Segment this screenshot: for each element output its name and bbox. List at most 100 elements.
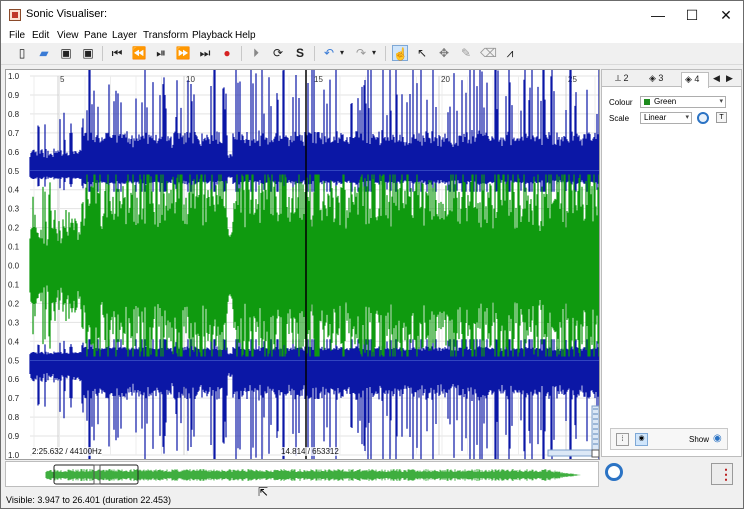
tab-scroll-left-icon[interactable]: ◀ (713, 72, 720, 86)
menu-edit[interactable]: Edit (28, 29, 53, 43)
maximize-button[interactable]: ☐ (675, 1, 709, 29)
menu-file[interactable]: File (5, 29, 29, 43)
scale-label: 0.9 (8, 432, 20, 441)
save-icon[interactable]: ▣ (58, 45, 74, 61)
erase-tool-icon[interactable]: ⌫ (480, 45, 497, 61)
menu-layer[interactable]: Layer (108, 29, 141, 43)
scale-label: 0.0 (8, 262, 20, 271)
draw-tool-icon[interactable]: ✎ (458, 45, 474, 61)
scale-label: 0.6 (8, 375, 20, 384)
fast-forward-icon[interactable]: ⏩ (175, 45, 191, 61)
overview-waveform[interactable] (6, 462, 599, 487)
scale-label: 1.0 (8, 451, 20, 460)
show-controls: ⁞ ◉ Show ◉ (610, 428, 728, 450)
select-tool-icon[interactable]: ↖ (414, 45, 430, 61)
colour-value: Green (654, 97, 677, 106)
minimize-button[interactable]: — (641, 1, 675, 29)
scale-label: 0.5 (8, 356, 20, 365)
scale-label: 0.1 (8, 280, 20, 289)
toolbar: ▯ ▰ ▣ ▣ ⏮ ⏪ ⏯ ⏩ ⏭ ● ⏵ ⟳ S ↶ ▾ ↷ ▾ ☝ ↖ ✥ … (1, 43, 743, 65)
menu-pane[interactable]: Pane (80, 29, 111, 43)
title-bar: Sonic Visualiser: — ☐ ✕ (1, 1, 743, 29)
scale-label: 0.2 (8, 299, 20, 308)
move-tool-icon[interactable]: ✥ (436, 45, 452, 61)
menu-help[interactable]: Help (231, 29, 260, 43)
layer-tabs: ⟂ 2 ◈ 3 ◈ 4 ◀ ▶ (602, 70, 741, 88)
scale-label: 1.0 (8, 72, 20, 81)
overview-waveform-trace (45, 469, 581, 481)
normalize-button[interactable]: T (716, 112, 727, 123)
show-toggle-icon[interactable]: ◉ (713, 433, 722, 444)
tab-scroll-right-icon[interactable]: ▶ (726, 72, 733, 86)
colour-label: Colour (609, 98, 633, 107)
chevron-down-icon: ▾ (719, 98, 723, 105)
scale-label: 0.5 (8, 167, 20, 176)
colour-select[interactable]: Green ▾ (640, 96, 726, 108)
scale-label: 0.6 (8, 148, 20, 157)
measure-tool-icon[interactable]: ⩘ (502, 45, 518, 61)
monitor-toggle-icon[interactable]: ◉ (635, 433, 648, 446)
ffwd-end-icon[interactable]: ⏭ (197, 45, 213, 61)
tab-layer-4[interactable]: ◈ 4 (681, 72, 709, 88)
loop-icon[interactable]: ⟳ (270, 45, 286, 61)
toolbar-separator (314, 46, 315, 61)
undo-icon[interactable]: ↶ (321, 45, 337, 61)
rewind-start-icon[interactable]: ⏮ (109, 45, 125, 61)
save-as-icon[interactable]: ▣ (80, 45, 96, 61)
solo-icon[interactable]: S (292, 45, 308, 61)
menu-playback[interactable]: Playback (188, 29, 237, 43)
show-label: Show (689, 435, 710, 444)
vertical-zoom-wheel (591, 405, 599, 451)
toolbar-separator (241, 46, 242, 61)
redo-icon[interactable]: ↷ (353, 45, 369, 61)
record-icon[interactable]: ● (219, 45, 235, 61)
menu-bar: File Edit View Pane Layer Transform Play… (1, 29, 743, 43)
navigate-tool-icon[interactable]: ☝ (392, 45, 408, 61)
time-ruler-label: 5 (60, 75, 65, 84)
redo-dropdown-icon[interactable]: ▾ (369, 45, 379, 61)
mouse-cursor-icon: ⇱ (258, 485, 269, 499)
pane-menu-button[interactable] (711, 463, 733, 485)
undo-dropdown-icon[interactable]: ▾ (337, 45, 347, 61)
gain-dial-icon[interactable] (697, 112, 709, 124)
toolbar-separator (385, 46, 386, 61)
playhead-readout: 14.814 / 653312 (281, 447, 339, 456)
rewind-icon[interactable]: ⏪ (131, 45, 147, 61)
tab-label: 4 (694, 74, 700, 84)
overview-strip[interactable] (5, 461, 599, 487)
status-bar: Visible: 3.947 to 26.401 (duration 22.45… (1, 493, 743, 508)
horizontal-zoom-wheel (547, 449, 593, 457)
scale-value: Linear (644, 113, 667, 122)
layer-tab-icon: ◈ (649, 73, 659, 83)
time-ruler-label: 20 (441, 75, 450, 84)
scale-label: Scale (609, 114, 630, 123)
zoom-dial-icon[interactable] (605, 463, 623, 481)
play-toggle-icon[interactable]: ⁞ (616, 433, 629, 446)
toolbar-separator (102, 46, 103, 61)
play-selection-icon[interactable]: ⏵ (248, 45, 264, 61)
scale-label: 0.8 (8, 110, 20, 119)
layer-properties-panel: ⟂ 2 ◈ 3 ◈ 4 ◀ ▶ Colour Green ▾ Scale Lin… (601, 69, 742, 457)
scale-select[interactable]: Linear ▾ (640, 112, 692, 124)
scale-label: 0.7 (8, 129, 20, 138)
scale-label: 0.8 (8, 413, 20, 422)
waveform-canvas[interactable]: 1.0 0.9 0.8 0.7 0.6 0.5 0.4 0.3 0.2 0.1 0.0 0.1 0.2 0… (6, 70, 600, 460)
scale-label: 0.7 (8, 394, 20, 403)
time-ruler-label: 15 (314, 75, 323, 84)
zoom-reset-button (591, 449, 599, 458)
scale-label: 0.2 (8, 224, 20, 233)
open-folder-icon[interactable]: ▰ (36, 45, 52, 61)
chevron-down-icon: ▾ (685, 114, 689, 121)
close-button[interactable]: ✕ (709, 1, 743, 29)
app-window: Sonic Visualiser: — ☐ ✕ File Edit View P… (0, 0, 744, 509)
new-file-icon[interactable]: ▯ (14, 45, 30, 61)
menu-view[interactable]: View (53, 29, 83, 43)
tab-layer-3[interactable]: ◈ 3 (649, 72, 663, 86)
play-pause-icon[interactable]: ⏯ (153, 45, 169, 61)
menu-transform[interactable]: Transform (139, 29, 192, 43)
app-logo-icon (9, 9, 21, 21)
tab-label: 2 (623, 73, 629, 83)
tab-layer-2[interactable]: ⟂ 2 (615, 72, 629, 86)
waveform-pane[interactable]: 1.0 0.9 0.8 0.7 0.6 0.5 0.4 0.3 0.2 0.1 0.0 0.1 0.2 0… (5, 69, 600, 460)
window-title: Sonic Visualiser: (26, 8, 108, 20)
